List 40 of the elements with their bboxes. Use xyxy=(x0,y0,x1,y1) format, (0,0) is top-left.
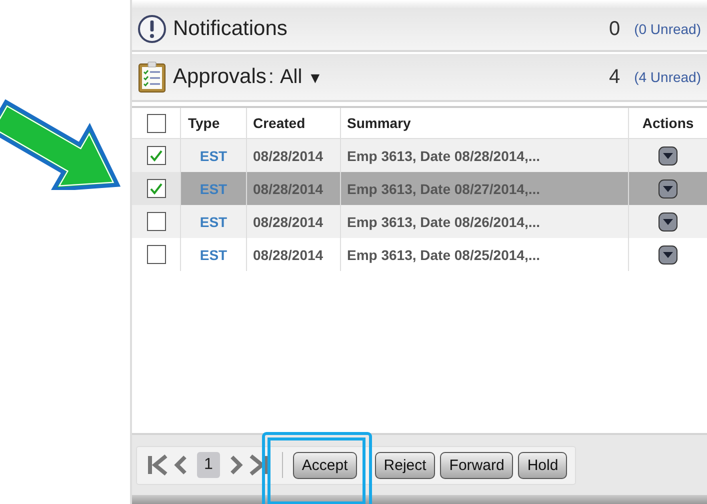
type-cell: EST xyxy=(181,238,247,271)
table-row[interactable]: EST 08/28/2014 Emp 3613, Date 08/28/2014,... xyxy=(132,139,707,172)
dropdown-icon[interactable] xyxy=(658,244,678,264)
column-header: Type xyxy=(181,108,247,138)
title-colon: : xyxy=(268,66,274,88)
notifications-count: 0 xyxy=(608,18,620,40)
action-button[interactable]: Hold xyxy=(518,452,568,478)
action-button[interactable]: Reject xyxy=(374,452,436,478)
approvals-count: 4 xyxy=(608,66,620,88)
select-all-checkbox[interactable] xyxy=(146,114,166,132)
table-row[interactable]: EST 08/28/2014 Emp 3613, Date 08/26/2014,... xyxy=(132,205,707,238)
filter-dropdown[interactable]: All ▼ xyxy=(280,66,323,88)
summary-cell: Emp 3613, Date 08/26/2014,... xyxy=(341,205,629,238)
page-number[interactable]: 1 xyxy=(197,452,220,478)
dropdown-icon[interactable] xyxy=(658,178,678,198)
unread-link[interactable]: (4 Unread) xyxy=(634,69,701,85)
column-header: Actions xyxy=(641,114,695,133)
row-checkbox[interactable] xyxy=(146,245,166,264)
previous-page-icon[interactable] xyxy=(173,453,187,477)
row-checkbox[interactable] xyxy=(146,179,166,198)
notifications-title: Notifications xyxy=(173,17,288,41)
created-cell: 08/28/2014 xyxy=(247,205,341,238)
clipboard-icon xyxy=(137,61,167,93)
row-checkbox[interactable] xyxy=(146,146,166,165)
dropdown-icon[interactable] xyxy=(658,146,678,166)
table-row[interactable]: EST 08/28/2014 Emp 3613, Date 08/25/2014,... xyxy=(132,238,707,271)
unread-link[interactable]: (0 Unread) xyxy=(634,21,701,37)
next-page-icon[interactable] xyxy=(230,453,244,477)
column-header: Summary xyxy=(341,108,629,138)
summary-cell: Emp 3613, Date 08/25/2014,... xyxy=(341,238,629,271)
type-cell: EST xyxy=(181,205,247,238)
action-button[interactable]: Accept xyxy=(292,452,357,478)
action-button[interactable]: Forward xyxy=(440,452,514,478)
dropdown-icon[interactable] xyxy=(658,212,678,232)
created-cell: 08/28/2014 xyxy=(247,238,341,271)
row-checkbox[interactable] xyxy=(146,212,166,231)
first-page-icon[interactable] xyxy=(145,453,169,477)
column-header: Created xyxy=(247,108,341,138)
approvals-title: Approvals xyxy=(173,65,266,89)
alert-icon xyxy=(137,14,167,44)
